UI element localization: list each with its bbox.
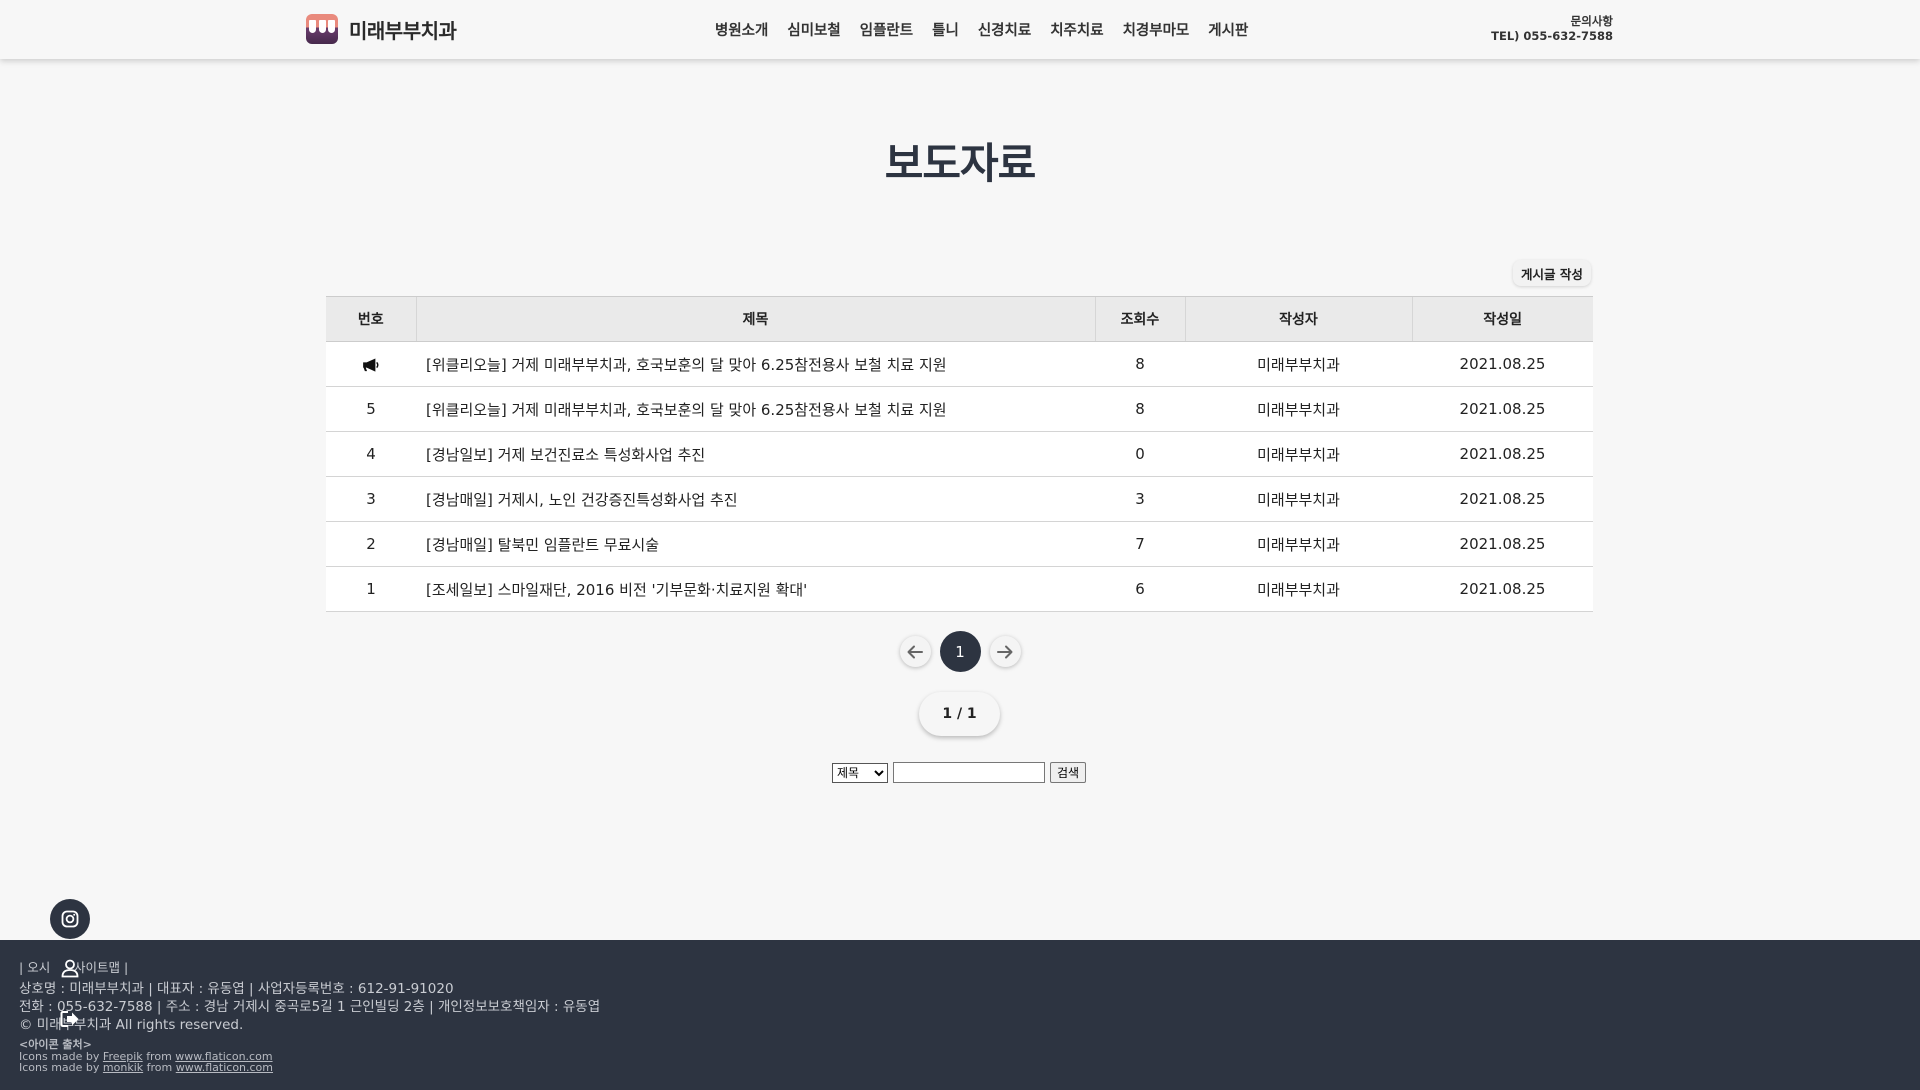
row-author-cell: 미래부부치과 — [1185, 521, 1412, 567]
column-header-author: 작성자 — [1184, 296, 1412, 342]
table-row[interactable]: 2 [경남매일] 탈북민 임플란트 무료시술 7 미래부부치과 2021.08.… — [326, 521, 1593, 567]
post-title-link[interactable]: [조세일보] 스마일재단, 2016 비전 '기부문화·치료지원 확대' — [426, 581, 807, 599]
write-post-button[interactable]: 게시글 작성 — [1513, 260, 1591, 286]
row-author-cell: 미래부부치과 — [1185, 386, 1412, 432]
search-button[interactable]: 검색 — [1050, 762, 1087, 783]
row-title-cell[interactable]: [경남매일] 거제시, 노인 건강증진특성화사업 추진 — [416, 476, 1095, 522]
post-title-link[interactable]: [위클리오늘] 거제 미래부부치과, 호국보훈의 달 맞아 6.25참전용사 보… — [426, 401, 947, 419]
post-title-link[interactable]: [경남매일] 거제시, 노인 건강증진특성화사업 추진 — [426, 491, 738, 509]
login-button[interactable] — [50, 948, 90, 988]
footer-credit-line: Icons made by monkik from www.flaticon.c… — [19, 1061, 274, 1074]
row-views-cell: 8 — [1095, 386, 1185, 432]
row-views-cell: 6 — [1095, 566, 1185, 612]
site-header: 미래부부치과 병원소개 심미보철 임플란트 틀니 신경치료 치주치료 치경부마모… — [0, 0, 1920, 59]
page-count-badge: 1 / 1 — [919, 692, 1000, 736]
press-board-table: 번호 제목 조회수 작성자 작성일 [위클리오늘] 거제 미래부부치과, 호국보… — [326, 296, 1593, 612]
table-row[interactable]: 1 [조세일보] 스마일재단, 2016 비전 '기부문화·치료지원 확대' 6… — [326, 566, 1593, 612]
contact-info: 문의사항 TEL) 055-632-7588 — [1491, 14, 1613, 44]
footer-link-directions[interactable]: 오시 — [27, 960, 50, 975]
nav-item-periodontal[interactable]: 치주치료 — [1050, 19, 1103, 40]
column-header-views: 조회수 — [1094, 296, 1185, 342]
row-title-cell[interactable]: [조세일보] 스마일재단, 2016 비전 '기부문화·치료지원 확대' — [416, 566, 1095, 612]
user-icon — [61, 959, 79, 978]
row-views-cell: 0 — [1095, 431, 1185, 477]
instagram-button[interactable] — [50, 899, 90, 939]
row-title-cell[interactable]: [경남매일] 탈북민 임플란트 무료시술 — [416, 521, 1095, 567]
credit-author-link[interactable]: monkik — [103, 1061, 143, 1074]
next-page-button[interactable] — [989, 636, 1021, 667]
column-header-title: 제목 — [415, 296, 1095, 342]
prev-page-button[interactable] — [899, 636, 931, 667]
row-number-cell — [326, 341, 416, 387]
search-bar: 제목 검색 — [832, 762, 1087, 783]
logo-text: 미래부부치과 — [349, 18, 457, 43]
nav-item-cervical-abrasion[interactable]: 치경부마모 — [1123, 19, 1190, 40]
site-logo[interactable]: 미래부부치과 — [306, 14, 457, 44]
row-number-cell: 5 — [326, 386, 416, 432]
row-date-cell: 2021.08.25 — [1412, 521, 1593, 567]
row-number-cell: 1 — [326, 566, 416, 612]
row-title-cell[interactable]: [위클리오늘] 거제 미래부부치과, 호국보훈의 달 맞아 6.25참전용사 보… — [416, 341, 1095, 387]
footer-contact-info: 전화 : 055-632-7588 | 주소 : 경남 거제시 중곡로5길 1 … — [19, 999, 601, 1015]
contact-label: 문의사항 — [1570, 14, 1613, 28]
site-footer: | 오시 사이트맵 | 상호명 : 미래부부치과 | 대표자 : 유동엽 | 사… — [0, 940, 1920, 1090]
row-views-cell: 8 — [1095, 341, 1185, 387]
nav-item-board[interactable]: 게시판 — [1208, 19, 1248, 40]
row-number-cell: 2 — [326, 521, 416, 567]
row-number-cell: 3 — [326, 476, 416, 522]
nav-item-root-canal[interactable]: 신경치료 — [978, 19, 1031, 40]
row-author-cell: 미래부부치과 — [1185, 341, 1412, 387]
megaphone-icon — [363, 357, 379, 372]
post-title-link[interactable]: [경남매일] 탈북민 임플란트 무료시술 — [426, 536, 659, 554]
instagram-icon — [61, 910, 79, 928]
table-row[interactable]: 5 [위클리오늘] 거제 미래부부치과, 호국보훈의 달 맞아 6.25참전용사… — [326, 386, 1593, 432]
post-title-link[interactable]: [경남일보] 거제 보건진료소 특성화사업 추진 — [426, 446, 705, 464]
row-date-cell: 2021.08.25 — [1412, 566, 1593, 612]
search-field-select[interactable]: 제목 — [832, 762, 888, 783]
contact-tel: TEL) 055-632-7588 — [1491, 29, 1613, 43]
row-author-cell: 미래부부치과 — [1185, 476, 1412, 522]
table-row[interactable]: 3 [경남매일] 거제시, 노인 건강증진특성화사업 추진 3 미래부부치과 2… — [326, 476, 1593, 522]
post-title-link[interactable]: [위클리오늘] 거제 미래부부치과, 호국보훈의 달 맞아 6.25참전용사 보… — [426, 356, 947, 374]
page-title: 보도자료 — [884, 139, 1037, 188]
column-header-date: 작성일 — [1411, 296, 1593, 342]
table-header-row: 번호 제목 조회수 작성자 작성일 — [326, 296, 1593, 342]
main-nav: 병원소개 심미보철 임플란트 틀니 신경치료 치주치료 치경부마모 게시판 — [715, 19, 1248, 40]
nav-item-aesthetic-prosthetics[interactable]: 심미보철 — [787, 19, 840, 40]
arrow-right-icon — [997, 645, 1013, 658]
logout-button[interactable] — [50, 999, 90, 1039]
row-author-cell: 미래부부치과 — [1185, 566, 1412, 612]
row-date-cell: 2021.08.25 — [1412, 431, 1593, 477]
row-title-cell[interactable]: [경남일보] 거제 보건진료소 특성화사업 추진 — [416, 431, 1095, 477]
nav-item-implant[interactable]: 임플란트 — [860, 19, 913, 40]
row-date-cell: 2021.08.25 — [1412, 386, 1593, 432]
row-views-cell: 3 — [1095, 476, 1185, 522]
search-input[interactable] — [893, 762, 1045, 783]
page-number-button[interactable]: 1 — [939, 631, 981, 672]
table-row[interactable]: [위클리오늘] 거제 미래부부치과, 호국보훈의 달 맞아 6.25참전용사 보… — [326, 341, 1593, 387]
row-number-cell: 4 — [326, 431, 416, 477]
row-author-cell: 미래부부치과 — [1185, 431, 1412, 477]
row-date-cell: 2021.08.25 — [1412, 476, 1593, 522]
logout-icon — [60, 1011, 79, 1027]
nav-item-about[interactable]: 병원소개 — [715, 19, 768, 40]
row-title-cell[interactable]: [위클리오늘] 거제 미래부부치과, 호국보훈의 달 맞아 6.25참전용사 보… — [416, 386, 1095, 432]
logo-icon — [306, 14, 338, 44]
pagination: 1 — [0, 631, 1920, 672]
column-header-number: 번호 — [326, 296, 416, 342]
table-row[interactable]: 4 [경남일보] 거제 보건진료소 특성화사업 추진 0 미래부부치과 2021… — [326, 431, 1593, 477]
credit-site-link[interactable]: www.flaticon.com — [176, 1061, 273, 1074]
nav-item-denture[interactable]: 틀니 — [932, 19, 959, 40]
row-date-cell: 2021.08.25 — [1412, 341, 1593, 387]
row-views-cell: 7 — [1095, 521, 1185, 567]
arrow-left-icon — [907, 645, 923, 658]
